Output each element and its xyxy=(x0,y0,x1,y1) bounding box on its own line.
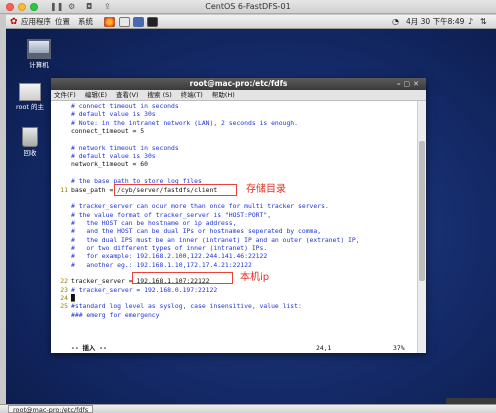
editor-line: connect_timeout = 5 xyxy=(71,127,145,136)
scrollbar-thumb[interactable] xyxy=(419,141,425,281)
line-number: 22 xyxy=(60,277,68,286)
vim-mode-indicator: -- 插入 -- xyxy=(71,344,107,352)
menu-view[interactable]: 查看(V) xyxy=(116,91,139,99)
clock-icon[interactable]: ◔ xyxy=(392,15,399,29)
editor-line: # the value format of tracker_server is … xyxy=(71,210,272,219)
editor-line: ### emerg for emergency xyxy=(71,310,160,319)
centos-desktop: ✿ 应用程序 位置 系统 ◔ 4月 30 下午8:49 ♪ ⇅ 计算机 root… xyxy=(6,15,496,404)
editor-line: # default value is 30s xyxy=(71,152,156,161)
desktop-home-icon[interactable]: root 的主 xyxy=(10,83,50,112)
network-icon[interactable]: ⇅ xyxy=(480,15,487,29)
gnome-bottom-panel: root@mac-pro:/etc/fdfs xyxy=(0,404,496,413)
mail-icon[interactable] xyxy=(119,17,130,27)
menu-places[interactable]: 位置 xyxy=(55,15,70,29)
terminal-titlebar[interactable]: root@mac-pro:/etc/fdfs –▢✕ xyxy=(51,78,426,90)
editor-line: #standard log level as syslog, case inse… xyxy=(71,302,302,311)
scroll-percent: 37% xyxy=(393,344,405,352)
cursor-position: 24,1 xyxy=(316,344,332,352)
trash-icon xyxy=(22,127,38,147)
menu-file[interactable]: 文件(F) xyxy=(54,91,76,99)
menu-applications[interactable]: 应用程序 xyxy=(21,15,51,29)
menu-edit[interactable]: 编辑(E) xyxy=(85,91,107,99)
editor-line: # Note: in the intranet network (LAN), 2… xyxy=(71,118,299,127)
line-number: 11 xyxy=(60,185,68,194)
editor-line: # the HOST can be hostname or ip address… xyxy=(71,218,237,227)
editor-line: # another eg.: 192.168.1.10,172.17.4.21:… xyxy=(71,260,252,269)
vm-window-titlebar: ❚❚ ⚙ ◘ ⇪ CentOS 6-FastDFS-01 xyxy=(0,0,496,14)
terminal-window[interactable]: root@mac-pro:/etc/fdfs –▢✕ 文件(F) 编辑(E) 查看(… xyxy=(51,78,426,353)
help-icon[interactable] xyxy=(133,17,144,27)
panel-datetime[interactable]: 4月 30 下午8:49 xyxy=(406,15,464,29)
editor-line: # and the HOST can be dual IPs or hostna… xyxy=(71,227,322,236)
desktop-trash-icon[interactable]: 回收 xyxy=(10,127,50,158)
vm-window-title: CentOS 6-FastDFS-01 xyxy=(205,2,291,11)
vim-editor[interactable]: # connect timeout in seconds # default va… xyxy=(51,101,417,353)
editor-line: # or two different types of inner (intra… xyxy=(71,243,268,252)
editor-line: # default value is 30s xyxy=(71,110,156,119)
desktop-icon-label: root 的主 xyxy=(15,103,45,111)
window-controls[interactable]: –▢✕ xyxy=(397,80,422,88)
storage-dir-annotation: 存储目录 xyxy=(246,184,286,195)
menu-search[interactable]: 搜索 (S) xyxy=(148,91,172,99)
menu-system[interactable]: 系统 xyxy=(78,15,93,29)
terminal-title: root@mac-pro:/etc/fdfs xyxy=(189,79,288,88)
editor-line: # network timeout in seconds xyxy=(71,143,179,152)
editor-line: # connect timeout in seconds xyxy=(71,102,179,110)
menu-help[interactable]: 帮助(H) xyxy=(212,91,235,99)
line-number: 24 xyxy=(60,294,68,303)
tracker-ip-highlight-box xyxy=(132,272,233,284)
editor-line: # the dual IPS must be an inner (intrane… xyxy=(71,235,360,244)
foot-logo-icon[interactable]: ✿ xyxy=(10,15,18,29)
gnome-top-panel: ✿ 应用程序 位置 系统 ◔ 4月 30 下午8:49 ♪ ⇅ xyxy=(6,15,496,29)
taskbar-terminal-button[interactable]: root@mac-pro:/etc/fdfs xyxy=(8,405,94,413)
editor-line: # tracker_server = 192.168.0.197:22122 xyxy=(71,285,218,294)
editor-line: network_timeout = 60 xyxy=(71,160,148,169)
line-number: 23 xyxy=(60,285,68,294)
firefox-icon[interactable] xyxy=(104,17,115,27)
volume-icon[interactable]: ♪ xyxy=(468,15,473,29)
home-folder-icon xyxy=(19,83,41,101)
desktop-icon-label: 回收 xyxy=(23,149,37,157)
editor-line: # for example: 192.168.2.100,122.244.141… xyxy=(71,252,268,261)
base-path-highlight-box xyxy=(114,184,237,196)
editor-line: # tracker_server can ocur more than once… xyxy=(71,202,329,211)
local-ip-annotation: 本机ip xyxy=(240,272,270,283)
line-number: 25 xyxy=(60,302,68,311)
terminal-launcher-icon[interactable] xyxy=(147,17,158,27)
terminal-scrollbar[interactable] xyxy=(417,101,426,353)
menu-terminal[interactable]: 终端(T) xyxy=(181,91,203,99)
terminal-menubar: 文件(F) 编辑(E) 查看(V) 搜索 (S) 终端(T) 帮助(H) xyxy=(51,90,426,101)
editor-line: █ xyxy=(71,294,75,303)
computer-icon xyxy=(27,39,51,59)
desktop-icon-label: 计算机 xyxy=(29,61,49,69)
desktop-computer-icon[interactable]: 计算机 xyxy=(19,39,59,70)
